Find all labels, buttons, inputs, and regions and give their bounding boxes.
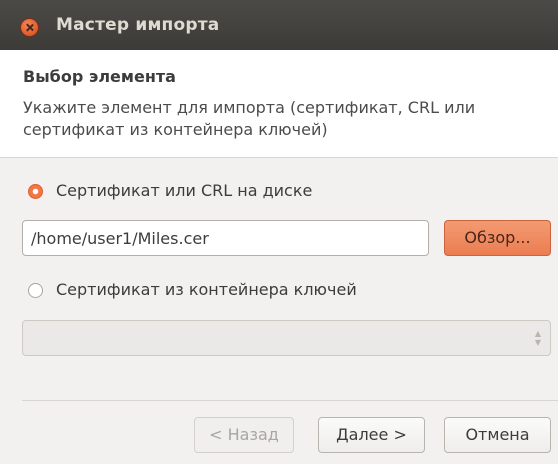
cancel-button[interactable]: Отмена	[444, 417, 551, 453]
section-description: Укажите элемент для импорта (сертификат,…	[23, 98, 476, 139]
next-button[interactable]: Далее >	[318, 417, 425, 453]
back-button[interactable]: < Назад	[194, 417, 294, 453]
footer-separator	[22, 400, 558, 401]
radio-certificate-from-container[interactable]	[28, 283, 43, 298]
combo-spin-icon: ▲ ▼	[534, 329, 542, 347]
section-title: Выбор элемента	[23, 67, 176, 86]
radio-certificate-from-container-label[interactable]: Сертификат из контейнера ключей	[56, 280, 357, 299]
wizard-header: Выбор элемента Укажите элемент для импор…	[0, 50, 558, 158]
import-wizard-window: Мастер импорта Выбор элемента Укажите эл…	[0, 0, 558, 464]
title-bar: Мастер импорта	[0, 0, 558, 50]
close-icon[interactable]	[21, 19, 38, 36]
radio-certificate-on-disk[interactable]	[28, 184, 43, 199]
file-path-input[interactable]	[22, 220, 429, 256]
window-title: Мастер импорта	[56, 15, 220, 35]
browse-button[interactable]: Обзор...	[444, 220, 551, 256]
key-container-combo[interactable]: ▲ ▼	[22, 320, 551, 356]
radio-certificate-on-disk-label[interactable]: Сертификат или CRL на диске	[56, 181, 312, 200]
